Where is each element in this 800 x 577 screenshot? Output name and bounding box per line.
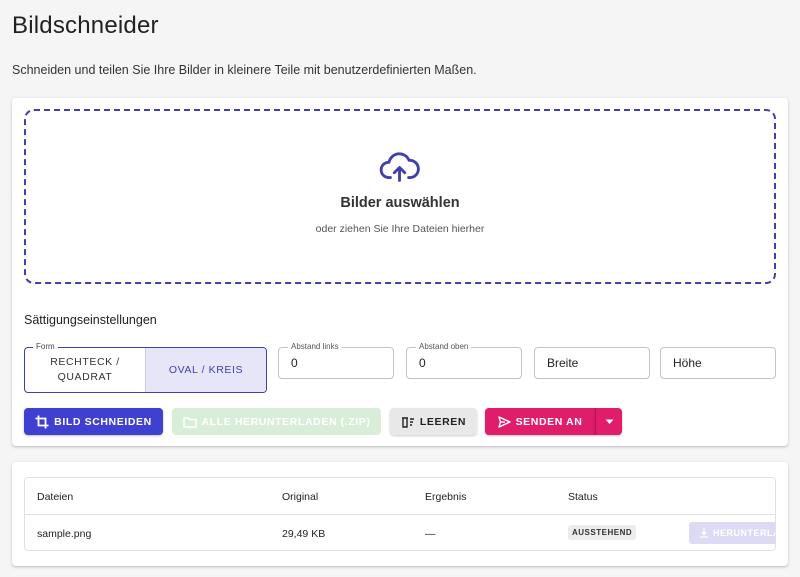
margin-top-label: Abstand oben — [416, 342, 472, 351]
send-to-dropdown-button[interactable] — [595, 408, 622, 435]
send-to-button[interactable]: SENDEN AN — [485, 408, 595, 435]
delete-sweep-icon — [401, 416, 415, 428]
shape-legend: Form — [33, 342, 58, 351]
margin-left-label: Abstand links — [288, 342, 342, 351]
height-input[interactable]: Höhe — [660, 347, 776, 379]
status-badge: AUSSTEHEND — [568, 525, 637, 540]
result-cell: — — [425, 528, 436, 540]
column-header-result: Ergebnis — [425, 491, 467, 503]
files-card: Dateien Original Ergebnis Status sample.… — [12, 462, 788, 566]
width-input[interactable]: Breite — [534, 347, 650, 379]
files-table: Dateien Original Ergebnis Status sample.… — [24, 477, 776, 551]
crop-icon — [35, 415, 49, 429]
margin-top-input[interactable]: 0 — [406, 347, 522, 379]
chevron-down-icon — [605, 419, 614, 425]
original-size-cell: 29,49 KB — [282, 528, 326, 540]
shape-option-oval[interactable]: OVAL / KREIS — [146, 348, 266, 392]
clear-button-label: LEEREN — [419, 415, 467, 428]
column-header-files: Dateien — [37, 491, 74, 503]
table-header-divider — [25, 514, 775, 515]
file-name-cell: sample.png — [37, 528, 92, 540]
download-all-button[interactable]: ALLE HERUNTERLADEN (.ZIP) — [172, 408, 381, 435]
dropzone-subtitle: oder ziehen Sie Ihre Dateien hierher — [315, 223, 485, 235]
send-icon — [497, 415, 511, 428]
crop-button-label: BILD SCHNEIDEN — [54, 415, 152, 428]
cropper-card: Bilder auswählen oder ziehen Sie Ihre Da… — [12, 98, 788, 446]
settings-heading: Sättigungseinstellungen — [24, 313, 157, 327]
column-header-status: Status — [568, 491, 598, 503]
download-row-button[interactable]: HERUNTERLADEN — [689, 522, 775, 544]
download-icon — [699, 528, 709, 538]
folder-download-icon — [182, 416, 197, 428]
clear-button[interactable]: LEEREN — [390, 408, 477, 435]
send-to-label: SENDEN AN — [515, 415, 583, 428]
download-row-label: HERUNTERLADEN — [713, 528, 775, 538]
column-header-original: Original — [282, 491, 319, 503]
margin-left-input[interactable]: 0 — [278, 347, 394, 379]
page-title: Bildschneider — [12, 12, 159, 39]
download-all-label: ALLE HERUNTERLADEN (.ZIP) — [201, 415, 371, 428]
dropzone-title: Bilder auswählen — [340, 195, 460, 211]
page-subtitle: Schneiden und teilen Sie Ihre Bilder in … — [12, 63, 477, 77]
shape-toggle-group: RECHTECK / QUADRAT OVAL / KREIS — [24, 347, 267, 393]
shape-option-rectangle[interactable]: RECHTECK / QUADRAT — [25, 348, 146, 392]
cloud-upload-icon — [379, 152, 420, 182]
crop-button[interactable]: BILD SCHNEIDEN — [24, 408, 163, 435]
file-dropzone[interactable]: Bilder auswählen oder ziehen Sie Ihre Da… — [24, 109, 776, 284]
